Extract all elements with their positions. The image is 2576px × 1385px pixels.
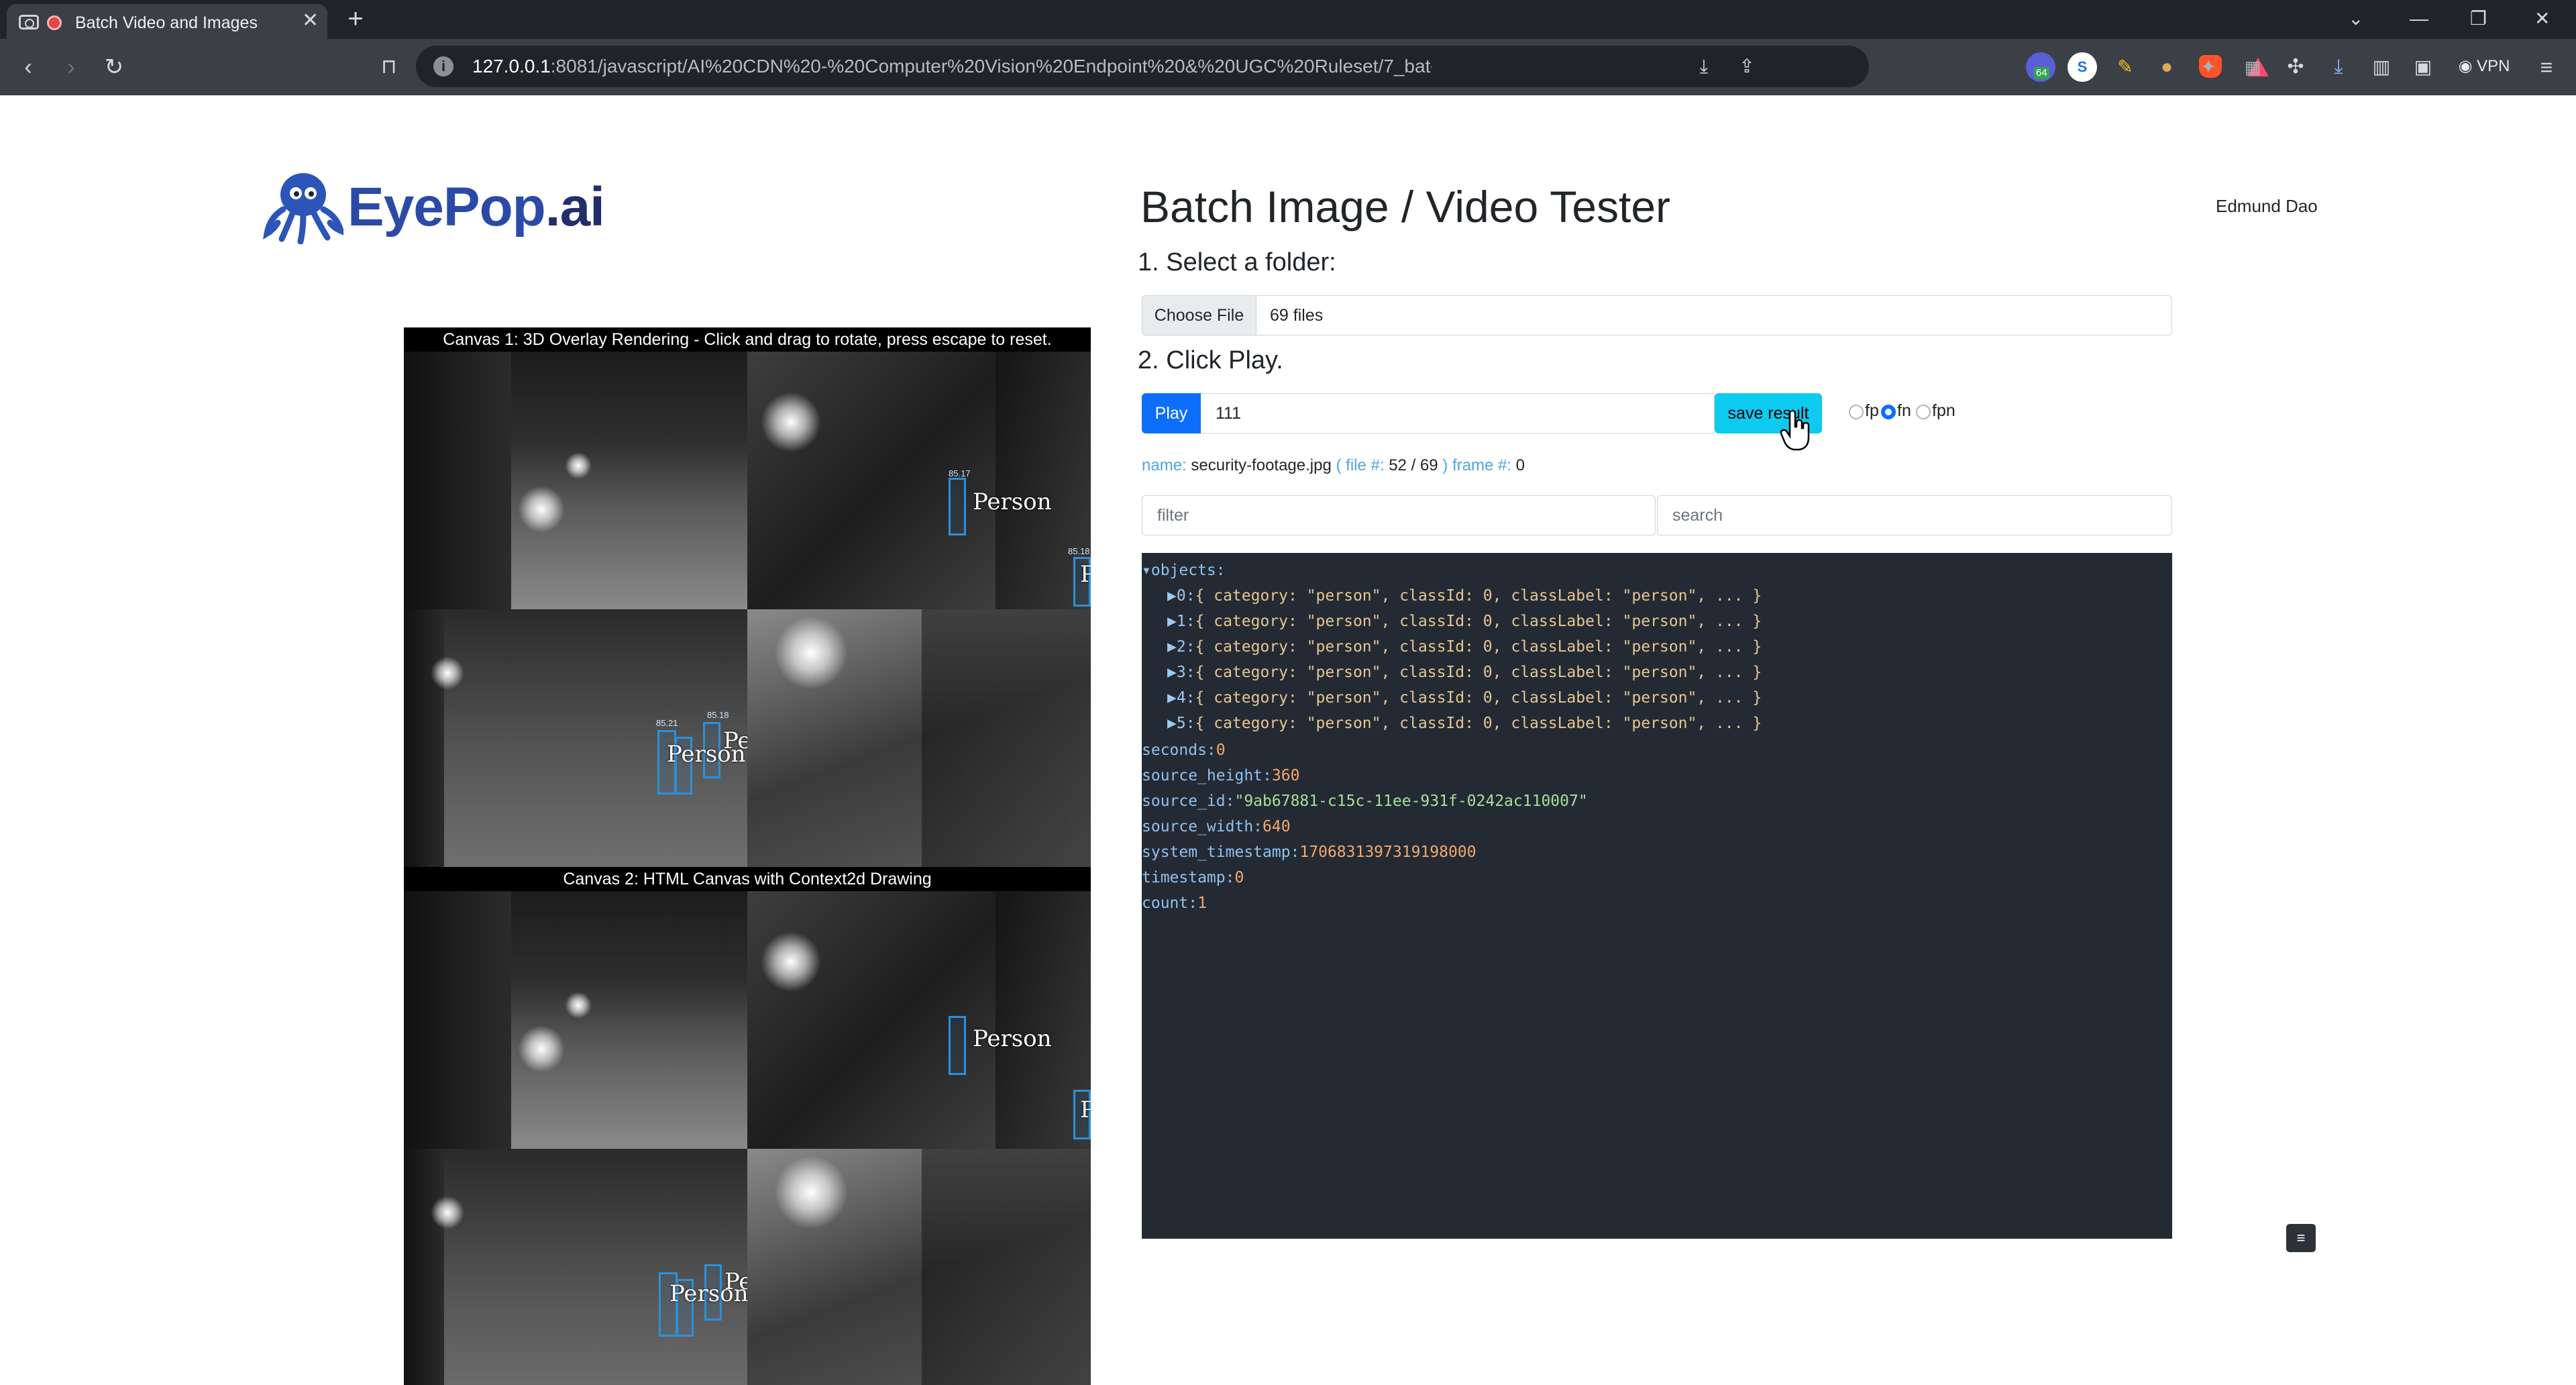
sidebar-icon[interactable]: ▥ bbox=[2367, 52, 2396, 82]
play-button[interactable]: Play bbox=[1142, 393, 1201, 433]
recording-icon bbox=[47, 15, 62, 30]
canvas1-3d-overlay[interactable]: 85.17 Person 85.18 Per 85.21 85.18 Perso… bbox=[404, 352, 1091, 867]
choose-file-button[interactable]: Choose File bbox=[1142, 296, 1256, 335]
extension-s-icon[interactable]: S bbox=[2068, 52, 2097, 82]
extensions-icon[interactable]: ✣ bbox=[2281, 52, 2310, 82]
cctv-frame-bottom-right bbox=[747, 1149, 1091, 1385]
radio-fpn-label: fpn bbox=[1932, 401, 1955, 420]
tab-title: Batch Video and Images bbox=[75, 13, 258, 32]
reload-icon[interactable]: ↻ bbox=[99, 52, 129, 82]
download-icon[interactable]: ⤓ bbox=[1692, 54, 1716, 79]
tab-search-icon[interactable]: ⌄ bbox=[2348, 7, 2363, 31]
restore-icon[interactable]: ❐ bbox=[2470, 7, 2487, 31]
page-title: Batch Image / Video Tester bbox=[1140, 182, 1671, 232]
browser-tab-active[interactable]: Batch Video and Images ✕ bbox=[7, 4, 327, 39]
json-result-viewer[interactable]: ▾objects: ▶0:{ category: "person", class… bbox=[1142, 553, 2172, 1239]
json-field-timestamp: timestamp:0 bbox=[1142, 869, 1244, 886]
json-field-count: count:1 bbox=[1142, 894, 1207, 912]
current-frame-index: 0 bbox=[1515, 456, 1525, 474]
back-icon[interactable]: ‹ bbox=[13, 52, 43, 82]
current-file-name: security-footage.jpg bbox=[1191, 456, 1332, 474]
extension-highlighter-icon[interactable]: ✎ bbox=[2110, 52, 2140, 82]
canvas2-caption: Canvas 2: HTML Canvas with Context2d Dra… bbox=[404, 867, 1091, 891]
wallet-icon[interactable]: ▣ bbox=[2408, 52, 2438, 82]
canvas2-context2d: Person Per Person Person bbox=[404, 891, 1091, 1385]
person-box bbox=[949, 1016, 966, 1075]
scroll-menu-button[interactable]: ≡ bbox=[2286, 1224, 2316, 1252]
json-object-row[interactable]: ▶0:{ category: "person", classId: 0, cla… bbox=[1167, 584, 1762, 608]
minimize-icon[interactable]: — bbox=[2410, 7, 2428, 31]
cctv-frame-bottom-right bbox=[747, 609, 1091, 867]
json-field-source-id: source_id:"9ab67881-c15c-11ee-931f-0242a… bbox=[1142, 792, 1588, 810]
browser-tab-strip: Batch Video and Images ✕ + ⌄ — ❐ ✕ bbox=[0, 0, 2576, 39]
camera-icon bbox=[19, 15, 39, 30]
person-box bbox=[949, 478, 966, 535]
extension-cookie-icon[interactable]: ● bbox=[2152, 52, 2182, 82]
cctv-frame-bottom-left: Person Person bbox=[404, 1149, 747, 1385]
new-tab-button[interactable]: + bbox=[341, 5, 370, 35]
search-input[interactable]: search bbox=[1657, 495, 2172, 535]
radio-fn-label: fn bbox=[1897, 401, 1911, 420]
json-object-row[interactable]: ▶3:{ category: "person", classId: 0, cla… bbox=[1167, 660, 1762, 684]
cctv-frame-top-right: 85.17 Person 85.18 Per bbox=[747, 352, 1091, 609]
canvas-column: Canvas 1: 3D Overlay Rendering - Click a… bbox=[404, 327, 1091, 1385]
forward-icon[interactable]: › bbox=[56, 52, 86, 82]
octopus-icon bbox=[263, 173, 343, 244]
browser-toolbar: ‹ › ↻ ⊓ i 127.0.0.1:8081/javascript/AI%2… bbox=[0, 39, 2576, 95]
json-object-row[interactable]: ▶5:{ category: "person", classId: 0, cla… bbox=[1167, 711, 1762, 735]
folder-file-input[interactable]: Choose File 69 files bbox=[1142, 295, 2172, 336]
person-label-partial: Per bbox=[1080, 1096, 1091, 1123]
logo-text: EyePop.ai bbox=[347, 176, 605, 238]
canvas1-caption: Canvas 1: 3D Overlay Rendering - Click a… bbox=[404, 327, 1091, 352]
json-field-system-timestamp: system_timestamp:1706831397319198000 bbox=[1142, 843, 1477, 861]
tab-close-icon[interactable]: ✕ bbox=[302, 11, 319, 31]
cctv-frame-top-right: Person Per bbox=[747, 891, 1091, 1149]
vpn-button[interactable]: ◉ VPN bbox=[2453, 50, 2516, 83]
json-objects-key[interactable]: ▾objects: bbox=[1142, 558, 1226, 582]
json-object-row[interactable]: ▶2:{ category: "person", classId: 0, cla… bbox=[1167, 635, 1762, 659]
filter-input[interactable]: filter bbox=[1142, 495, 1656, 535]
vpn-label: VPN bbox=[2477, 57, 2510, 75]
radio-fp-label: fp bbox=[1865, 401, 1879, 420]
site-info-icon[interactable]: i bbox=[433, 56, 453, 76]
eyepop-logo: EyePop.ai bbox=[263, 169, 605, 244]
current-file-meta: name: security-footage.jpg ( file #: 52 … bbox=[1142, 456, 1525, 474]
bookmark-icon[interactable]: ⊓ bbox=[374, 52, 404, 82]
hand-cursor-icon bbox=[1780, 411, 1810, 451]
radio-fn[interactable] bbox=[1881, 405, 1896, 419]
cctv-frame-top-left bbox=[404, 352, 747, 609]
person-label: Person bbox=[973, 489, 1052, 515]
radio-fp[interactable] bbox=[1849, 405, 1864, 419]
user-name: Edmund Dao bbox=[2216, 196, 2318, 216]
play-input[interactable]: 111 bbox=[1201, 393, 1715, 433]
cctv-frame-bottom-left: 85.21 85.18 Person Person bbox=[404, 609, 747, 867]
extension-keyboard-icon[interactable]: ▦ bbox=[2238, 52, 2267, 82]
url-text[interactable]: 127.0.0.1:8081/javascript/AI%20CDN%20-%2… bbox=[472, 56, 1432, 77]
menu-icon[interactable]: ≡ bbox=[2532, 52, 2561, 82]
step1-heading: 1. Select a folder: bbox=[1138, 248, 1336, 276]
json-field-source-width: source_width:640 bbox=[1142, 818, 1291, 835]
json-field-seconds: seconds:0 bbox=[1142, 741, 1226, 759]
address-bar[interactable]: i 127.0.0.1:8081/javascript/AI%20CDN%20-… bbox=[416, 46, 2269, 87]
person-label: Person bbox=[723, 727, 747, 754]
share-icon[interactable]: ⇪ bbox=[1735, 54, 1759, 79]
file-count: 69 files bbox=[1270, 306, 1324, 325]
downloads-icon[interactable]: ⤓ bbox=[2324, 52, 2353, 82]
current-file-index: 52 / 69 bbox=[1389, 456, 1438, 474]
vpn-shield-icon: ◉ bbox=[2458, 57, 2473, 75]
cctv-frame-top-left bbox=[404, 891, 747, 1149]
person-label: Person bbox=[973, 1025, 1052, 1052]
radio-fpn[interactable] bbox=[1916, 405, 1931, 419]
json-object-row[interactable]: ▶4:{ category: "person", classId: 0, cla… bbox=[1167, 686, 1762, 710]
extension-translate-icon[interactable]: 64 bbox=[2026, 52, 2055, 82]
json-field-source-height: source_height:360 bbox=[1142, 767, 1300, 784]
extension-puzzle-alt-icon[interactable]: ✦ bbox=[2194, 52, 2223, 82]
window-close-icon[interactable]: ✕ bbox=[2534, 7, 2550, 31]
json-object-row[interactable]: ▶1:{ category: "person", classId: 0, cla… bbox=[1167, 609, 1762, 633]
step2-heading: 2. Click Play. bbox=[1138, 346, 1283, 374]
person-label-partial: Per bbox=[1080, 561, 1091, 588]
person-label: Person bbox=[724, 1268, 747, 1295]
